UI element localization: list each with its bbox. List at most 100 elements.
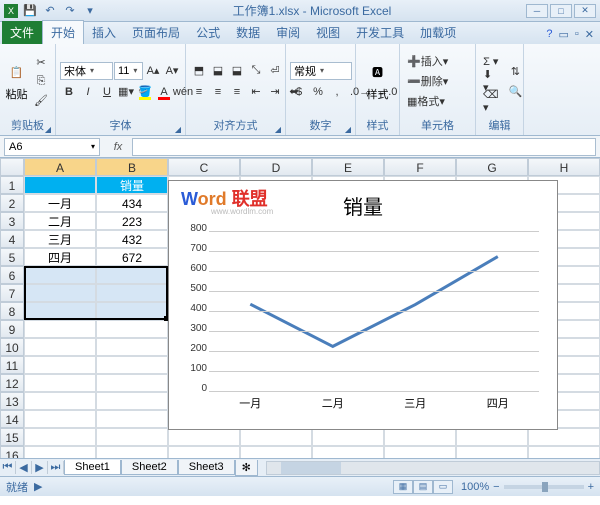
col-header-D[interactable]: D <box>240 158 312 176</box>
styles-button[interactable]: 🅰 样式 <box>360 46 395 116</box>
align-bottom-button[interactable]: ⬓ <box>228 62 246 80</box>
cell-B12[interactable] <box>96 374 168 392</box>
dialog-launcher-icon[interactable]: ◢ <box>175 125 181 134</box>
minimize-ribbon-icon[interactable]: ▭ <box>558 28 568 41</box>
cell-A10[interactable] <box>24 338 96 356</box>
italic-button[interactable]: I <box>79 83 97 101</box>
comma-button[interactable]: , <box>328 83 346 101</box>
wrap-text-button[interactable]: ⏎ <box>266 62 284 80</box>
percent-button[interactable]: % <box>309 83 327 101</box>
orientation-button[interactable]: ⤡ <box>247 62 265 80</box>
cell-A11[interactable] <box>24 356 96 374</box>
cell-B5[interactable]: 672 <box>96 248 168 266</box>
cell-A14[interactable] <box>24 410 96 428</box>
cell-E16[interactable] <box>312 446 384 458</box>
macro-record-icon[interactable]: ▶ <box>34 480 42 493</box>
zoom-level[interactable]: 100% <box>461 481 489 493</box>
cell-A16[interactable] <box>24 446 96 458</box>
cell-A3[interactable]: 二月 <box>24 212 96 230</box>
insert-cells-button[interactable]: ➕ 插入 ▾ <box>404 52 472 70</box>
redo-icon[interactable]: ↷ <box>62 3 78 19</box>
new-sheet-button[interactable]: ✻ <box>235 460 258 476</box>
tab-home[interactable]: 开始 <box>42 20 84 44</box>
row-header-16[interactable]: 16 <box>0 446 24 458</box>
formula-input[interactable] <box>132 138 596 156</box>
row-header-5[interactable]: 5 <box>0 248 24 266</box>
qat-dropdown-icon[interactable]: ▾ <box>82 3 98 19</box>
close-button[interactable]: ✕ <box>574 4 596 18</box>
cell-C15[interactable] <box>168 428 240 446</box>
row-header-3[interactable]: 3 <box>0 212 24 230</box>
cell-B14[interactable] <box>96 410 168 428</box>
row-header-14[interactable]: 14 <box>0 410 24 428</box>
cell-A15[interactable] <box>24 428 96 446</box>
sheet-tab-3[interactable]: Sheet3 <box>178 460 235 475</box>
cell-A13[interactable] <box>24 392 96 410</box>
row-header-15[interactable]: 15 <box>0 428 24 446</box>
save-icon[interactable]: 💾 <box>22 3 38 19</box>
view-pagebreak-button[interactable]: ▭ <box>433 480 453 494</box>
zoom-out-button[interactable]: − <box>493 481 499 493</box>
zoom-in-button[interactable]: + <box>588 481 594 493</box>
tab-view[interactable]: 视图 <box>308 21 348 44</box>
cell-F16[interactable] <box>384 446 456 458</box>
cell-B16[interactable] <box>96 446 168 458</box>
col-header-H[interactable]: H <box>528 158 600 176</box>
cell-D16[interactable] <box>240 446 312 458</box>
font-name-combo[interactable]: 宋体▾ <box>60 62 113 80</box>
cell-A2[interactable]: 一月 <box>24 194 96 212</box>
cell-A12[interactable] <box>24 374 96 392</box>
cell-A7[interactable] <box>24 284 96 302</box>
undo-icon[interactable]: ↶ <box>42 3 58 19</box>
restore-window-icon[interactable]: ▫ <box>575 28 579 41</box>
tab-addin[interactable]: 加载项 <box>412 21 464 44</box>
row-header-7[interactable]: 7 <box>0 284 24 302</box>
dialog-launcher-icon[interactable]: ◢ <box>45 125 51 134</box>
sort-filter-button[interactable]: ⇅ <box>506 62 526 80</box>
cell-B13[interactable] <box>96 392 168 410</box>
tab-file[interactable]: 文件 <box>2 21 42 44</box>
tab-dev[interactable]: 开发工具 <box>348 21 412 44</box>
maximize-button[interactable]: □ <box>550 4 572 18</box>
fx-icon[interactable]: fx <box>104 141 132 153</box>
sheet-nav-next[interactable]: ▶ <box>32 461 48 474</box>
chart-object[interactable]: Word 联盟 www.wordlm.com 销量 01002003004005… <box>168 180 558 430</box>
cell-G16[interactable] <box>456 446 528 458</box>
name-box[interactable]: A6▾ <box>4 138 100 156</box>
sheet-nav-last[interactable]: ⏭ <box>48 461 64 474</box>
tab-insert[interactable]: 插入 <box>84 21 124 44</box>
underline-button[interactable]: U <box>98 83 116 101</box>
tab-layout[interactable]: 页面布局 <box>124 21 188 44</box>
row-header-10[interactable]: 10 <box>0 338 24 356</box>
format-cells-button[interactable]: ▦ 格式 ▾ <box>404 92 472 110</box>
cell-B3[interactable]: 223 <box>96 212 168 230</box>
row-header-2[interactable]: 2 <box>0 194 24 212</box>
cut-button[interactable]: ✂ <box>31 53 51 71</box>
cell-B8[interactable] <box>96 302 168 320</box>
decrease-indent-button[interactable]: ⇤ <box>247 83 265 101</box>
find-select-button[interactable]: 🔍 <box>506 82 526 100</box>
cell-F15[interactable] <box>384 428 456 446</box>
format-painter-button[interactable]: 🖌 <box>31 91 51 109</box>
row-header-1[interactable]: 1 <box>0 176 24 194</box>
col-header-F[interactable]: F <box>384 158 456 176</box>
bold-button[interactable]: B <box>60 83 78 101</box>
cell-A9[interactable] <box>24 320 96 338</box>
tab-formulas[interactable]: 公式 <box>188 21 228 44</box>
cell-B4[interactable]: 432 <box>96 230 168 248</box>
sheet-nav-prev[interactable]: ◀ <box>16 461 32 474</box>
paste-button[interactable]: 📋 粘贴 <box>4 46 29 116</box>
row-header-9[interactable]: 9 <box>0 320 24 338</box>
row-header-13[interactable]: 13 <box>0 392 24 410</box>
cell-B1[interactable]: 销量 <box>96 176 168 194</box>
cell-B10[interactable] <box>96 338 168 356</box>
cell-B6[interactable] <box>96 266 168 284</box>
fill-color-button[interactable]: 🪣 <box>136 83 154 101</box>
cell-C16[interactable] <box>168 446 240 458</box>
copy-button[interactable]: ⎘ <box>31 72 51 90</box>
cell-A4[interactable]: 三月 <box>24 230 96 248</box>
grow-font-button[interactable]: A▴ <box>144 62 162 80</box>
cell-B15[interactable] <box>96 428 168 446</box>
cell-G15[interactable] <box>456 428 528 446</box>
cell-B7[interactable] <box>96 284 168 302</box>
